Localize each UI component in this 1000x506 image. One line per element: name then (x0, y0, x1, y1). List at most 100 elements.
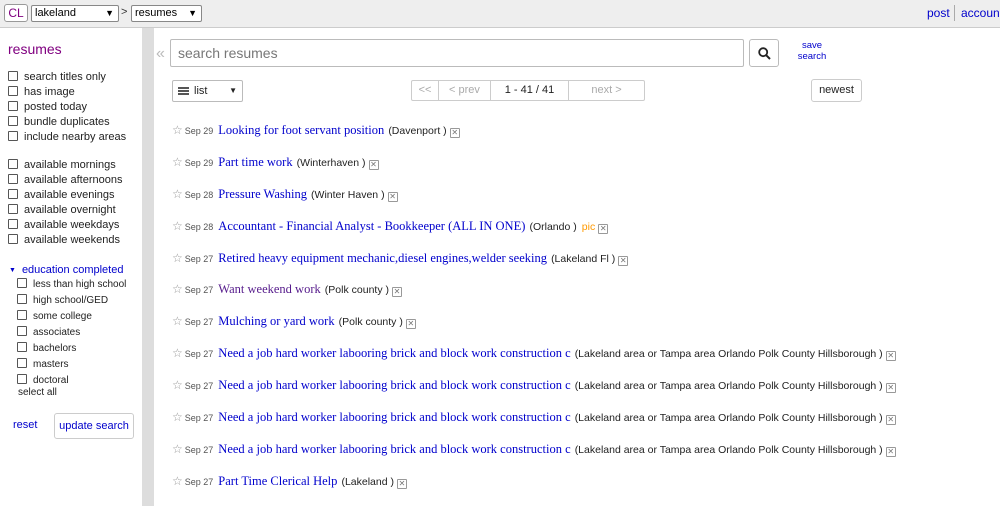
select-all-link[interactable]: select all (18, 387, 57, 398)
filter-label: available afternoons (24, 174, 123, 186)
hide-posting-icon[interactable]: ✕ (405, 319, 416, 330)
search-icon (758, 47, 771, 60)
filter-available-weekdays[interactable]: available weekdays (8, 219, 119, 233)
first-page-button[interactable]: << (412, 81, 439, 100)
collapse-sidebar-icon[interactable]: « (156, 45, 165, 63)
view-mode-select[interactable]: list ▼ (172, 80, 243, 102)
star-icon[interactable]: ☆ (172, 378, 183, 392)
result-title-link[interactable]: Need a job hard worker labooring brick a… (218, 410, 570, 424)
hide-posting-icon[interactable]: ✕ (598, 223, 609, 234)
star-icon[interactable]: ☆ (172, 314, 183, 328)
view-mode-label: list (194, 85, 208, 97)
sort-newest-button[interactable]: newest (811, 79, 862, 102)
filter-education-bachelors[interactable]: bachelors (17, 342, 76, 356)
star-icon[interactable]: ☆ (172, 442, 183, 456)
post-date: Sep 27 (184, 285, 214, 296)
checkbox[interactable] (17, 358, 27, 368)
craigslist-logo[interactable]: CL (4, 4, 28, 22)
checkbox[interactable] (8, 116, 18, 126)
star-icon[interactable]: ☆ (172, 123, 183, 137)
star-icon[interactable]: ☆ (172, 187, 183, 201)
result-title-link[interactable]: Want weekend work (218, 282, 320, 296)
save-search-link[interactable]: save search (792, 40, 832, 62)
hide-posting-icon[interactable]: ✕ (885, 446, 896, 457)
filter-available-afternoons[interactable]: available afternoons (8, 174, 122, 188)
update-search-button[interactable]: update search (54, 413, 134, 439)
search-input[interactable]: search resumes (170, 39, 744, 67)
sidebar-collapse-bar[interactable] (142, 28, 154, 506)
filter-available-mornings[interactable]: available mornings (8, 159, 116, 173)
prev-page-button[interactable]: < prev (439, 81, 491, 100)
filter-education-associates[interactable]: associates (17, 326, 80, 340)
result-row: ☆ Sep 28 Accountant - Financial Analyst - … (172, 218, 992, 250)
checkbox[interactable] (8, 131, 18, 141)
filter-search-titles-only[interactable]: search titles only (8, 71, 106, 85)
checkbox[interactable] (17, 326, 27, 336)
filter-include-nearby-areas[interactable]: include nearby areas (8, 131, 126, 145)
filter-education-high-school[interactable]: high school/GED (17, 294, 108, 308)
result-title-link[interactable]: Accountant - Financial Analyst - Bookkee… (218, 219, 525, 233)
next-page-button[interactable]: next > (569, 81, 644, 100)
result-title-link[interactable]: Part Time Clerical Help (218, 474, 337, 488)
checkbox[interactable] (8, 204, 18, 214)
filter-available-overnight[interactable]: available overnight (8, 204, 116, 218)
filter-education-doctoral[interactable]: doctoral (17, 374, 69, 388)
reset-link[interactable]: reset (13, 419, 37, 431)
result-title-link[interactable]: Looking for foot servant position (218, 123, 384, 137)
filter-bundle-duplicates[interactable]: bundle duplicates (8, 116, 110, 130)
filter-education-masters[interactable]: masters (17, 358, 69, 372)
result-title-link[interactable]: Need a job hard worker labooring brick a… (218, 378, 570, 392)
star-icon[interactable]: ☆ (172, 219, 183, 233)
result-title-link[interactable]: Pressure Washing (218, 187, 307, 201)
filter-posted-today[interactable]: posted today (8, 101, 87, 115)
category-select[interactable]: resumes ▼ (131, 5, 202, 22)
search-button[interactable] (749, 39, 779, 67)
hide-posting-icon[interactable]: ✕ (449, 128, 460, 138)
filter-education-less-than-high-school[interactable]: less than high school (17, 278, 126, 292)
result-title-link[interactable]: Part time work (218, 155, 292, 169)
checkbox[interactable] (8, 189, 18, 199)
result-title-link[interactable]: Mulching or yard work (218, 314, 334, 328)
account-link[interactable]: account (961, 6, 1000, 20)
star-icon[interactable]: ☆ (172, 410, 183, 424)
star-icon[interactable]: ☆ (172, 155, 183, 169)
checkbox[interactable] (8, 86, 18, 96)
checkbox[interactable] (17, 278, 27, 288)
hide-posting-icon[interactable]: ✕ (396, 478, 407, 489)
result-title-link[interactable]: Need a job hard worker labooring brick a… (218, 442, 570, 456)
chevron-down-icon: ▼ (188, 8, 197, 18)
result-location: (Lakeland area or Tampa area Orlando Pol… (574, 348, 883, 361)
checkbox[interactable] (8, 159, 18, 169)
area-select[interactable]: lakeland ▼ (31, 5, 119, 22)
checkbox[interactable] (8, 71, 18, 81)
hide-posting-icon[interactable]: ✕ (368, 159, 379, 170)
hide-posting-icon[interactable]: ✕ (387, 191, 398, 202)
result-title-link[interactable]: Retired heavy equipment mechanic,diesel … (218, 251, 547, 265)
filter-label: search titles only (24, 71, 106, 83)
filter-education-some-college[interactable]: some college (17, 310, 92, 324)
hide-posting-icon[interactable]: ✕ (885, 383, 896, 394)
checkbox[interactable] (8, 219, 18, 229)
post-link[interactable]: post (927, 6, 950, 20)
star-icon[interactable]: ☆ (172, 282, 183, 296)
checkbox[interactable] (8, 174, 18, 184)
hide-posting-icon[interactable]: ✕ (392, 287, 402, 298)
filter-available-evenings[interactable]: available evenings (8, 189, 115, 203)
checkbox[interactable] (17, 342, 27, 352)
hide-posting-icon[interactable]: ✕ (618, 255, 629, 266)
star-icon[interactable]: ☆ (172, 251, 183, 265)
checkbox[interactable] (8, 234, 18, 244)
checkbox[interactable] (8, 101, 18, 111)
hide-posting-icon[interactable]: ✕ (885, 351, 896, 362)
checkbox[interactable] (17, 374, 27, 384)
star-icon[interactable]: ☆ (172, 474, 183, 488)
result-title-link[interactable]: Need a job hard worker labooring brick a… (218, 346, 570, 360)
filter-available-weekends[interactable]: available weekends (8, 234, 120, 248)
filter-has-image[interactable]: has image (8, 86, 75, 100)
checkbox[interactable] (17, 310, 27, 320)
star-icon[interactable]: ☆ (172, 346, 183, 360)
post-date: Sep 27 (184, 253, 214, 264)
checkbox[interactable] (17, 294, 27, 304)
education-toggle[interactable]: ▼ education completed (9, 264, 123, 276)
hide-posting-icon[interactable]: ✕ (885, 415, 896, 426)
